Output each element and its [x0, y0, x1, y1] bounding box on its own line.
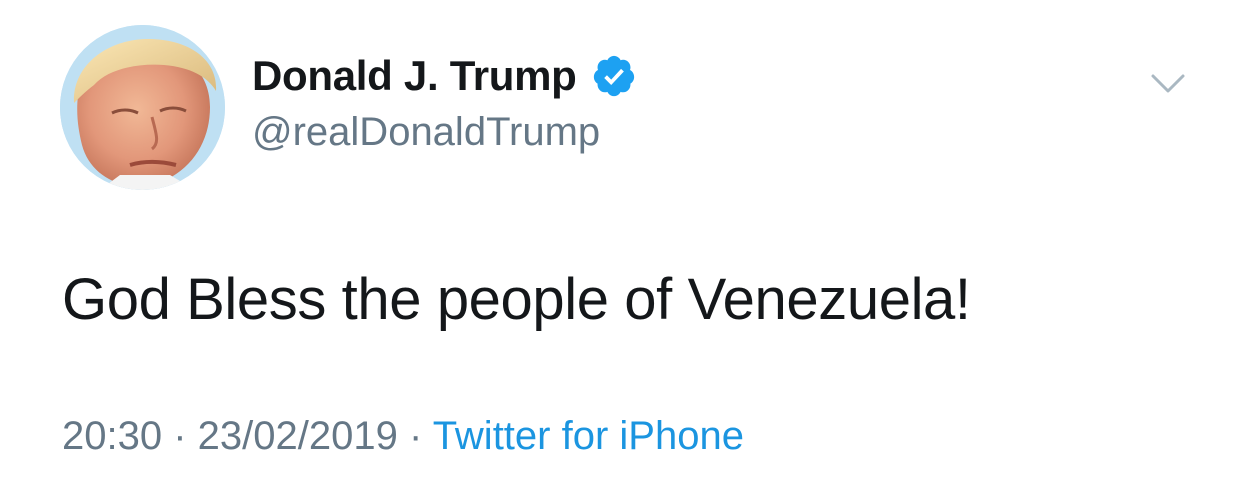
tweet-text: God Bless the people of Venezuela! [62, 267, 971, 332]
avatar[interactable] [60, 25, 225, 190]
tweet-card: Donald J. Trump @realDonaldTrump God Ble… [0, 0, 1239, 496]
author-display-name[interactable]: Donald J. Trump [252, 52, 577, 100]
meta-separator: · [162, 414, 198, 458]
tweet-source-link[interactable]: Twitter for iPhone [433, 414, 744, 458]
tweet-date[interactable]: 23/02/2019 [198, 414, 398, 458]
author-name-row: Donald J. Trump [252, 50, 637, 102]
tweet-metadata: 20:30 · 23/02/2019 · Twitter for iPhone [62, 414, 744, 459]
profile-photo-icon [60, 25, 225, 190]
meta-separator: · [397, 414, 433, 458]
author-handle[interactable]: @realDonaldTrump [252, 110, 600, 155]
verified-badge-icon [591, 53, 637, 99]
chevron-down-icon[interactable] [1147, 62, 1189, 104]
tweet-time[interactable]: 20:30 [62, 414, 162, 458]
